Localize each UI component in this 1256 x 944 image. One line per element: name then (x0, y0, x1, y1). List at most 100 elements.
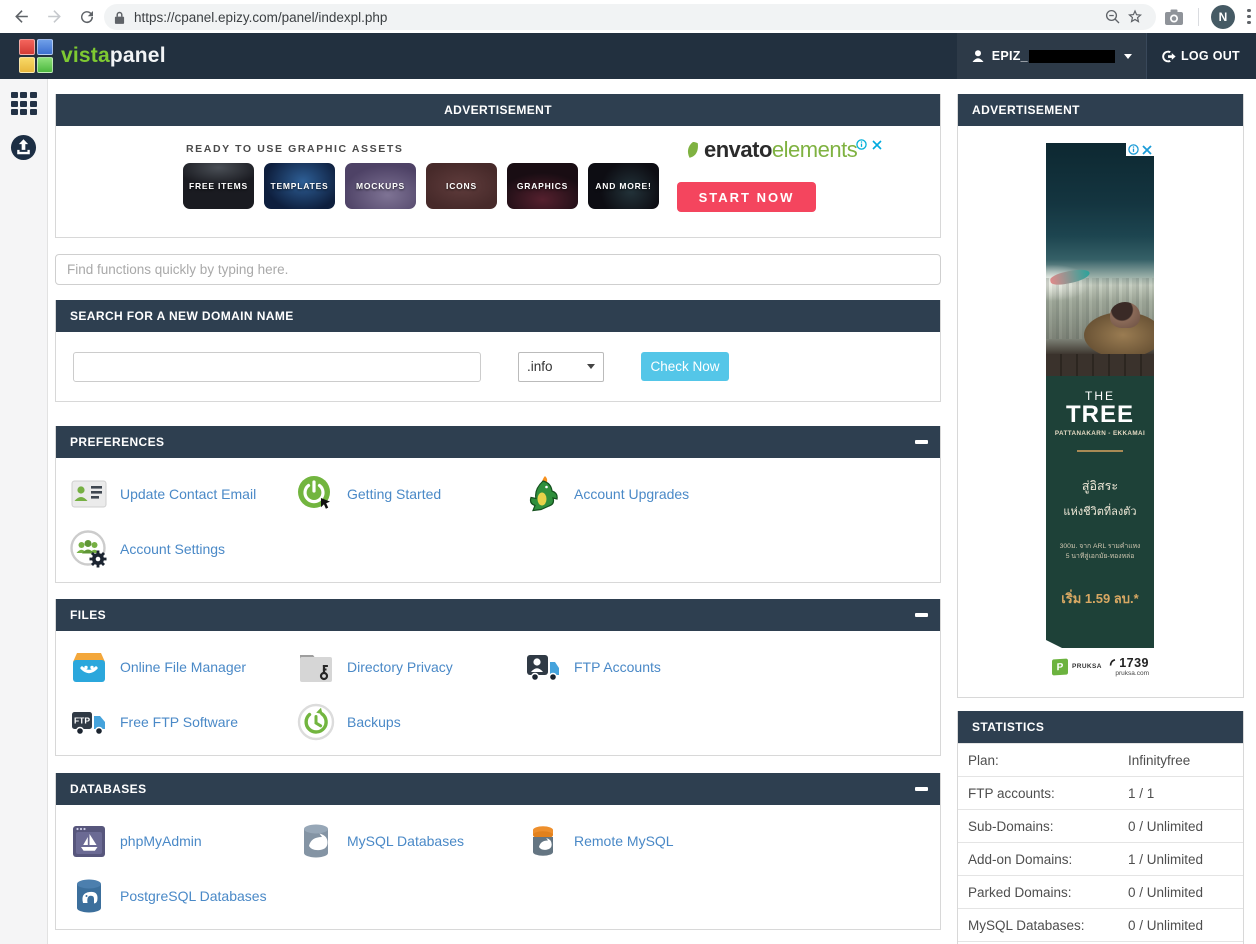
item-label: Account Settings (120, 541, 225, 557)
stat-row-plan: Plan: Infinityfree (958, 743, 1243, 776)
pruksa-ad[interactable]: THE TREE PATTANAKARN - EKKAMAI สู่อิสระ … (1046, 143, 1154, 685)
statistics-header: STATISTICS (958, 711, 1243, 743)
logout-button[interactable]: LOG OUT (1147, 33, 1256, 79)
item-remote-mysql[interactable]: Remote MySQL (523, 821, 750, 861)
ad-tagline: READY TO USE GRAPHIC ASSETS (186, 143, 403, 155)
item-online-file-manager[interactable]: Online File Manager (69, 647, 296, 687)
lock-icon (114, 10, 125, 25)
advertisement-panel: ADVERTISEMENT READY TO USE GRAPHIC ASSET… (55, 94, 941, 238)
ad-site: pruksa.com (1108, 670, 1149, 677)
item-label: MySQL Databases (347, 833, 464, 849)
item-phpmyadmin[interactable]: phpMyAdmin (69, 821, 296, 861)
item-backups[interactable]: Backups (296, 702, 523, 742)
item-label: Getting Started (347, 486, 441, 502)
collapse-minus-icon[interactable] (915, 787, 928, 791)
main-column: ADVERTISEMENT READY TO USE GRAPHIC ASSET… (55, 94, 941, 930)
item-account-upgrades[interactable]: Account Upgrades (523, 474, 750, 514)
ad-tile[interactable]: AND MORE! (588, 163, 659, 209)
start-now-button[interactable]: START NOW (677, 182, 816, 212)
zoom-out-icon[interactable] (1102, 6, 1124, 28)
ad-tile[interactable]: ICONS (426, 163, 497, 209)
select-arrow-icon (587, 364, 595, 369)
user-icon (971, 49, 985, 63)
reload-icon[interactable] (75, 5, 99, 29)
contact-card-icon (69, 474, 109, 514)
side-advertisement-panel: ADVERTISEMENT (957, 94, 1244, 698)
ad-tile[interactable]: GRAPHICS (507, 163, 578, 209)
check-now-button[interactable]: Check Now (641, 352, 729, 381)
getting-started-icon (296, 474, 336, 514)
browser-profile-avatar[interactable]: N (1211, 5, 1235, 29)
item-label: Remote MySQL (574, 833, 674, 849)
stat-row-parked-domains: Parked Domains: 0 / Unlimited (958, 875, 1243, 908)
adchoices-info-icon[interactable] (856, 139, 867, 150)
account-name-prefix: EPIZ_ (992, 49, 1028, 63)
envato-elements-logo[interactable]: envatoelements (684, 140, 884, 160)
remote-mysql-icon (523, 821, 563, 861)
collapse-minus-icon[interactable] (915, 440, 928, 444)
collapse-minus-icon[interactable] (915, 613, 928, 617)
domain-name-input[interactable] (73, 352, 481, 382)
item-label: Update Contact Email (120, 486, 256, 502)
ad-tiles: FREE ITEMS TEMPLATES MOCKUPS ICONS GRAPH… (183, 163, 659, 209)
item-label: Directory Privacy (347, 659, 453, 675)
postgresql-icon (69, 876, 109, 916)
item-postgresql-databases[interactable]: PostgreSQL Databases (69, 876, 296, 916)
ad-close-icon[interactable] (1140, 143, 1154, 156)
item-getting-started[interactable]: Getting Started (296, 474, 523, 514)
item-label: PostgreSQL Databases (120, 888, 267, 904)
folder-privacy-icon (296, 647, 336, 687)
logout-icon (1161, 49, 1176, 64)
envato-leaf-icon (684, 141, 701, 160)
ad-tile[interactable]: MOCKUPS (345, 163, 416, 209)
ad-divider (1077, 450, 1123, 452)
browser-menu-icon[interactable] (1247, 6, 1251, 27)
ad-tile[interactable]: FREE ITEMS (183, 163, 254, 209)
files-section: FILES Online File Manager Directory Priv… (55, 599, 941, 756)
item-free-ftp-software[interactable]: FTP Free FTP Software (69, 702, 296, 742)
preferences-title: PREFERENCES (70, 435, 164, 449)
pruksa-logo: P (1052, 658, 1068, 675)
upload-icon[interactable] (10, 134, 37, 161)
ad-thai-line1: สู่อิสระ (1046, 476, 1154, 496)
logo-squares-icon (19, 39, 53, 73)
tld-select[interactable]: .info (518, 352, 604, 382)
url-bar[interactable]: https://cpanel.epizy.com/panel/indexpl.p… (104, 4, 1156, 30)
forward-icon[interactable] (42, 5, 66, 29)
left-rail (0, 79, 48, 944)
chrome-right-cluster: N (1162, 0, 1256, 33)
apps-grid-icon[interactable] (11, 92, 37, 115)
ad-close-icon[interactable] (872, 140, 882, 150)
ad-price: เริ่ม 1.59 ลบ.* (1046, 588, 1154, 609)
brand-vista: vista (61, 44, 110, 67)
chevron-down-icon (1124, 54, 1132, 59)
brand-panel: panel (110, 44, 166, 67)
adchoices-info-icon[interactable] (1126, 143, 1140, 156)
item-update-contact-email[interactable]: Update Contact Email (69, 474, 296, 514)
statistics-panel: STATISTICS Plan: Infinityfree FTP accoun… (957, 711, 1244, 944)
ad-footer: P PRUKSA 1739 pruksa.com (1046, 648, 1154, 685)
browser-chrome: https://cpanel.epizy.com/panel/indexpl.p… (0, 0, 1256, 33)
account-menu[interactable]: EPIZ_ (957, 33, 1146, 79)
right-column: ADVERTISEMENT (957, 94, 1244, 944)
find-functions-input[interactable] (55, 254, 941, 285)
files-title: FILES (70, 608, 106, 622)
logout-label: LOG OUT (1181, 49, 1240, 63)
item-account-settings[interactable]: Account Settings (69, 529, 296, 569)
ad-thai-line2: แห่งชีวิตที่ลงตัว (1046, 502, 1154, 520)
envato-ad[interactable]: READY TO USE GRAPHIC ASSETS FREE ITEMS T… (56, 126, 940, 237)
ad-tile[interactable]: TEMPLATES (264, 163, 335, 209)
stat-row-ftp-accounts: FTP accounts: 1 / 1 (958, 776, 1243, 809)
envato-wordmark: envato (704, 140, 772, 160)
file-manager-icon (69, 647, 109, 687)
domain-search-header: SEARCH FOR A NEW DOMAIN NAME (56, 300, 940, 332)
item-directory-privacy[interactable]: Directory Privacy (296, 647, 523, 687)
screenshot-extension-icon[interactable] (1162, 5, 1186, 29)
item-ftp-accounts[interactable]: FTP Accounts (523, 647, 750, 687)
back-icon[interactable] (9, 5, 33, 29)
bookmark-star-icon[interactable] (1124, 6, 1146, 28)
item-mysql-databases[interactable]: MySQL Databases (296, 821, 523, 861)
dragon-icon (523, 474, 563, 514)
preferences-section: PREFERENCES Update Contact Email Getting… (55, 426, 941, 583)
item-label: phpMyAdmin (120, 833, 202, 849)
